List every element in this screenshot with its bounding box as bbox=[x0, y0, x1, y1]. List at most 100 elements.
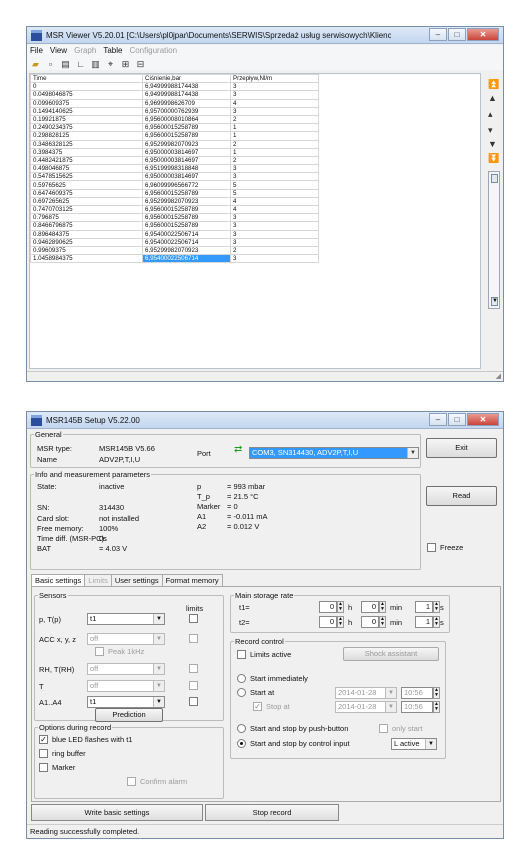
table-cell[interactable]: 1 bbox=[230, 123, 319, 133]
table-cell[interactable]: 6,95000003814697 bbox=[142, 147, 231, 157]
table-cell[interactable]: 3 bbox=[230, 254, 319, 264]
tab-limits[interactable]: Limits bbox=[84, 574, 112, 586]
table-row[interactable]: 0.298828125 6,95600015258789 1 bbox=[30, 131, 319, 141]
table-cell[interactable]: 2 bbox=[230, 114, 319, 125]
table-cell[interactable]: 2 bbox=[230, 245, 319, 256]
table-row[interactable]: 0.896484375 6,95400022506714 3 bbox=[30, 229, 319, 239]
sensor-rate-select[interactable]: off ▼ bbox=[87, 680, 165, 692]
table-cell[interactable]: 3 bbox=[230, 213, 319, 223]
sensor-limit-checkbox[interactable] bbox=[189, 664, 198, 673]
table-row[interactable]: 0.6474609375 6,95600015258789 5 bbox=[30, 188, 319, 198]
tab-basic-settings[interactable]: Basic settings bbox=[31, 574, 86, 586]
start-time-spinner[interactable]: ▲ ▼ bbox=[433, 687, 440, 699]
sensor-limit-checkbox[interactable] bbox=[189, 681, 198, 690]
tab-format-memory[interactable]: Format memory bbox=[161, 574, 223, 586]
table-cell[interactable]: 0.099609375 bbox=[30, 98, 143, 108]
sensor-limit-checkbox[interactable] bbox=[189, 697, 198, 706]
start-immediately-radio[interactable] bbox=[237, 674, 246, 683]
table-row[interactable]: 0.4482421875 6,95000003814697 2 bbox=[30, 155, 319, 166]
table-row[interactable]: 1.0458984375 6,95400022506714 3 bbox=[30, 254, 319, 264]
storage-s-spinner[interactable]: ▲ ▼ bbox=[433, 601, 440, 613]
table-row[interactable]: 0.0498046875 6,94999988174438 3 bbox=[30, 90, 319, 100]
write-basic-settings-button[interactable]: Write basic settings bbox=[31, 804, 203, 821]
shock-assistant-button[interactable]: Shock assistant bbox=[343, 647, 439, 661]
table-cell[interactable]: 6,95199998318848 bbox=[142, 164, 231, 174]
line-down-icon[interactable]: ▾ bbox=[488, 125, 493, 136]
port-select[interactable]: COM3, SN314430, ADV2P,T,I,U ▼ bbox=[249, 447, 419, 459]
stop-date-picker[interactable]: 2014-01-28 ▼ bbox=[335, 701, 397, 713]
sensor-rate-select[interactable]: t1 ▼ bbox=[87, 613, 165, 625]
freeze-checkbox[interactable] bbox=[427, 543, 436, 552]
storage-min-field[interactable]: 0 bbox=[361, 616, 379, 628]
table-cell[interactable]: 0.1494140625 bbox=[30, 106, 143, 116]
maximize-button[interactable]: □ bbox=[448, 413, 466, 426]
table-cell[interactable]: 3 bbox=[230, 164, 319, 174]
table-scrollbar[interactable]: ▼ bbox=[488, 171, 500, 309]
table-cell[interactable]: 0.2490234375 bbox=[30, 123, 143, 133]
table-cell[interactable]: 6,95600015258789 bbox=[142, 188, 231, 198]
menu-view[interactable]: View bbox=[50, 45, 67, 57]
sensor-rate-select[interactable]: t1 ▼ bbox=[87, 696, 165, 708]
table-row[interactable]: 0 6,94999988174438 3 bbox=[30, 82, 319, 92]
menu-table[interactable]: Table bbox=[103, 45, 122, 57]
storage-h-spinner[interactable]: ▲ ▼ bbox=[337, 601, 344, 613]
resize-grip-icon[interactable]: ◢ bbox=[496, 372, 501, 380]
control-input-select[interactable]: L active ▼ bbox=[391, 738, 437, 750]
only-start-checkbox[interactable] bbox=[379, 724, 388, 733]
control-input-radio[interactable] bbox=[237, 739, 246, 748]
page-down-icon[interactable]: ▼ bbox=[488, 139, 497, 149]
table-cell[interactable]: 1 bbox=[230, 131, 319, 141]
table-cell[interactable]: 0.8466796875 bbox=[30, 221, 143, 231]
start-time-field[interactable]: 10:56 bbox=[401, 687, 433, 699]
table-cell[interactable]: 6,95600015258789 bbox=[142, 131, 231, 141]
table-cell[interactable]: 0.697265625 bbox=[30, 196, 143, 207]
table-cell[interactable]: 3 bbox=[230, 229, 319, 239]
axis-icon[interactable]: ∟ bbox=[75, 59, 86, 69]
column-header[interactable]: Time bbox=[30, 73, 143, 84]
table-cell[interactable]: 6,95600015258789 bbox=[142, 123, 231, 133]
storage-s-field[interactable]: 1 bbox=[415, 601, 433, 613]
start-date-picker[interactable]: 2014-01-28 ▼ bbox=[335, 687, 397, 699]
table-cell[interactable]: 6,96099996566772 bbox=[142, 180, 231, 190]
column-header[interactable]: Przepływ,Nl/m bbox=[230, 73, 319, 84]
table-cell[interactable]: 0.3984375 bbox=[30, 147, 143, 157]
tool-icon[interactable]: ⌖ bbox=[105, 59, 116, 69]
table-cell[interactable]: 0.6474609375 bbox=[30, 188, 143, 198]
maximize-button[interactable]: □ bbox=[448, 28, 466, 41]
table-cell[interactable]: 6,95299982070923 bbox=[142, 139, 231, 149]
sensor-rate-select[interactable]: off ▼ bbox=[87, 633, 165, 645]
table-cell[interactable]: 0.3486328125 bbox=[30, 139, 143, 149]
table-row[interactable]: 0.59765625 6,96099996566772 5 bbox=[30, 180, 319, 190]
table-row[interactable]: 0.3486328125 6,95299982070923 2 bbox=[30, 139, 319, 149]
storage-min-spinner[interactable]: ▲ ▼ bbox=[379, 601, 386, 613]
last-page-icon[interactable]: ⏬ bbox=[488, 153, 499, 164]
table-cell[interactable]: 6,95000003814697 bbox=[142, 155, 231, 166]
table-cell[interactable]: 3 bbox=[230, 90, 319, 100]
table-cell[interactable]: 3 bbox=[230, 221, 319, 231]
table-cell[interactable]: 1.0458984375 bbox=[30, 254, 143, 264]
storage-h-field[interactable]: 0 bbox=[319, 601, 337, 613]
table-cell[interactable]: 0.59765625 bbox=[30, 180, 143, 190]
tab-user-settings[interactable]: User settings bbox=[110, 574, 163, 586]
stop-time-spinner[interactable]: ▲ ▼ bbox=[433, 701, 440, 713]
table-row[interactable]: 0.697265625 6,95299982070923 4 bbox=[30, 196, 319, 207]
option-checkbox[interactable] bbox=[39, 749, 48, 758]
table-cell[interactable]: 6,95400022506714 bbox=[142, 237, 231, 247]
scrollbar-thumb[interactable] bbox=[491, 174, 498, 183]
table-cell[interactable]: 3 bbox=[230, 82, 319, 92]
table-row[interactable]: 0.796875 6,95600015258789 3 bbox=[30, 213, 319, 223]
prediction-button[interactable]: Prediction bbox=[95, 708, 163, 722]
sensor-limit-checkbox[interactable] bbox=[189, 634, 198, 643]
table-row[interactable]: 0.19921875 6,95600008010864 2 bbox=[30, 114, 319, 125]
table-cell[interactable]: 6,95600008010864 bbox=[142, 114, 231, 125]
table-cell[interactable]: 6,95400022506714 bbox=[142, 229, 231, 239]
storage-min-spinner[interactable]: ▲ ▼ bbox=[379, 616, 386, 628]
scroll-down-icon[interactable]: ▼ bbox=[491, 297, 498, 306]
stop-record-button[interactable]: Stop record bbox=[205, 804, 339, 821]
table-cell[interactable]: 0.0498046875 bbox=[30, 90, 143, 100]
table-row[interactable]: 0.8466796875 6,95600015258789 3 bbox=[30, 221, 319, 231]
table-cell[interactable]: 0.99609375 bbox=[30, 245, 143, 256]
storage-s-spinner[interactable]: ▲ ▼ bbox=[433, 616, 440, 628]
exit-button[interactable]: Exit bbox=[426, 438, 497, 458]
table-cell[interactable]: 0.498046875 bbox=[30, 164, 143, 174]
